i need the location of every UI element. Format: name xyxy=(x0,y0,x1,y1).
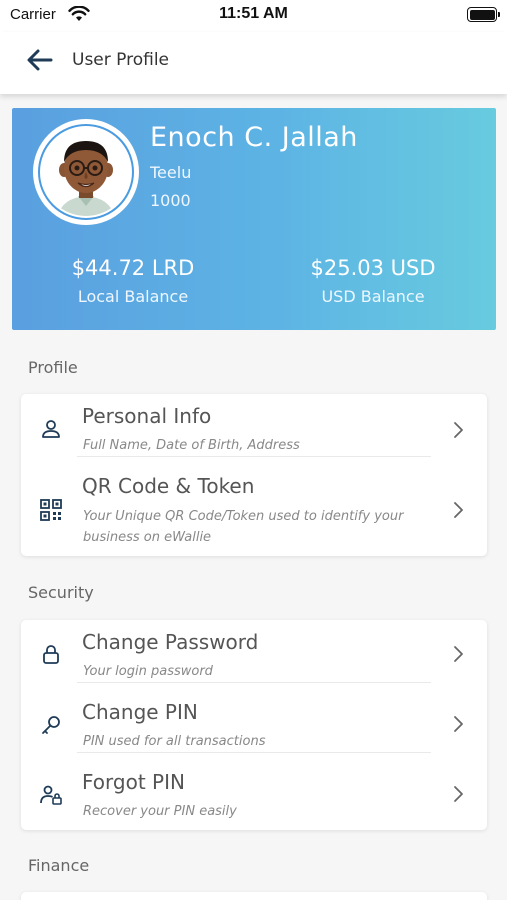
forgot-pin-desc: Recover your PIN easily xyxy=(83,804,237,819)
section-title-finance: Finance xyxy=(28,856,90,875)
profile-card: Enoch C. Jallah Teelu 1000 $44.72 LRD Lo… xyxy=(12,108,496,330)
chevron-right-icon xyxy=(454,646,463,662)
change-pin-item[interactable]: Change PIN PIN used for all transactions xyxy=(21,690,487,760)
avatar[interactable] xyxy=(33,119,139,225)
key-icon xyxy=(42,716,60,734)
user-subtitle: Teelu xyxy=(150,163,192,182)
local-balance: $44.72 LRD Local Balance xyxy=(43,256,223,306)
avatar-image xyxy=(42,128,130,216)
change-password-item[interactable]: Change Password Your login password xyxy=(21,620,487,690)
status-bar: Carrier 11:51 AM xyxy=(0,0,507,32)
security-settings-card: Change Password Your login password Chan… xyxy=(21,620,487,830)
local-balance-label: Local Balance xyxy=(77,287,189,306)
back-arrow-icon[interactable] xyxy=(24,46,56,74)
change-password-desc: Your login password xyxy=(83,664,213,679)
divider xyxy=(77,682,431,683)
local-balance-amount: $44.72 LRD xyxy=(71,256,195,280)
qr-code-token-item[interactable]: QR Code & Token Your Unique QR Code/Toke… xyxy=(21,464,487,556)
change-pin-desc: PIN used for all transactions xyxy=(83,734,266,749)
user-id: 1000 xyxy=(150,191,191,210)
section-title-security: Security xyxy=(28,583,94,602)
page-title: User Profile xyxy=(72,50,170,70)
personal-info-desc: Full Name, Date of Birth, Address xyxy=(83,438,300,453)
battery-icon xyxy=(467,7,497,22)
usd-balance: $25.03 USD USD Balance xyxy=(283,256,463,306)
divider xyxy=(77,456,431,457)
user-icon xyxy=(42,420,60,438)
qr-code-icon xyxy=(40,499,62,521)
profile-settings-card: Personal Info Full Name, Date of Birth, … xyxy=(21,394,487,556)
qr-code-token-title: QR Code & Token xyxy=(82,474,255,498)
clock: 11:51 AM xyxy=(219,5,288,22)
user-name: Enoch C. Jallah xyxy=(150,122,358,153)
chevron-right-icon xyxy=(454,786,463,802)
divider xyxy=(77,752,431,753)
finance-settings-card xyxy=(21,892,487,900)
personal-info-item[interactable]: Personal Info Full Name, Date of Birth, … xyxy=(21,394,487,464)
user-lock-icon xyxy=(40,785,62,805)
usd-balance-amount: $25.03 USD xyxy=(310,256,436,280)
qr-code-token-desc: Your Unique QR Code/Token used to identi… xyxy=(83,509,404,545)
usd-balance-label: USD Balance xyxy=(321,287,425,306)
change-pin-title: Change PIN xyxy=(82,700,198,724)
chevron-right-icon xyxy=(454,422,463,438)
change-password-title: Change Password xyxy=(82,630,259,654)
battery-cap xyxy=(498,12,500,17)
chevron-right-icon xyxy=(454,716,463,732)
lock-icon xyxy=(43,645,59,664)
chevron-right-icon xyxy=(454,502,463,518)
section-title-profile: Profile xyxy=(28,358,78,377)
forgot-pin-title: Forgot PIN xyxy=(82,770,185,794)
personal-info-title: Personal Info xyxy=(82,404,212,428)
nav-header: User Profile xyxy=(0,32,507,94)
forgot-pin-item[interactable]: Forgot PIN Recover your PIN easily xyxy=(21,760,487,830)
